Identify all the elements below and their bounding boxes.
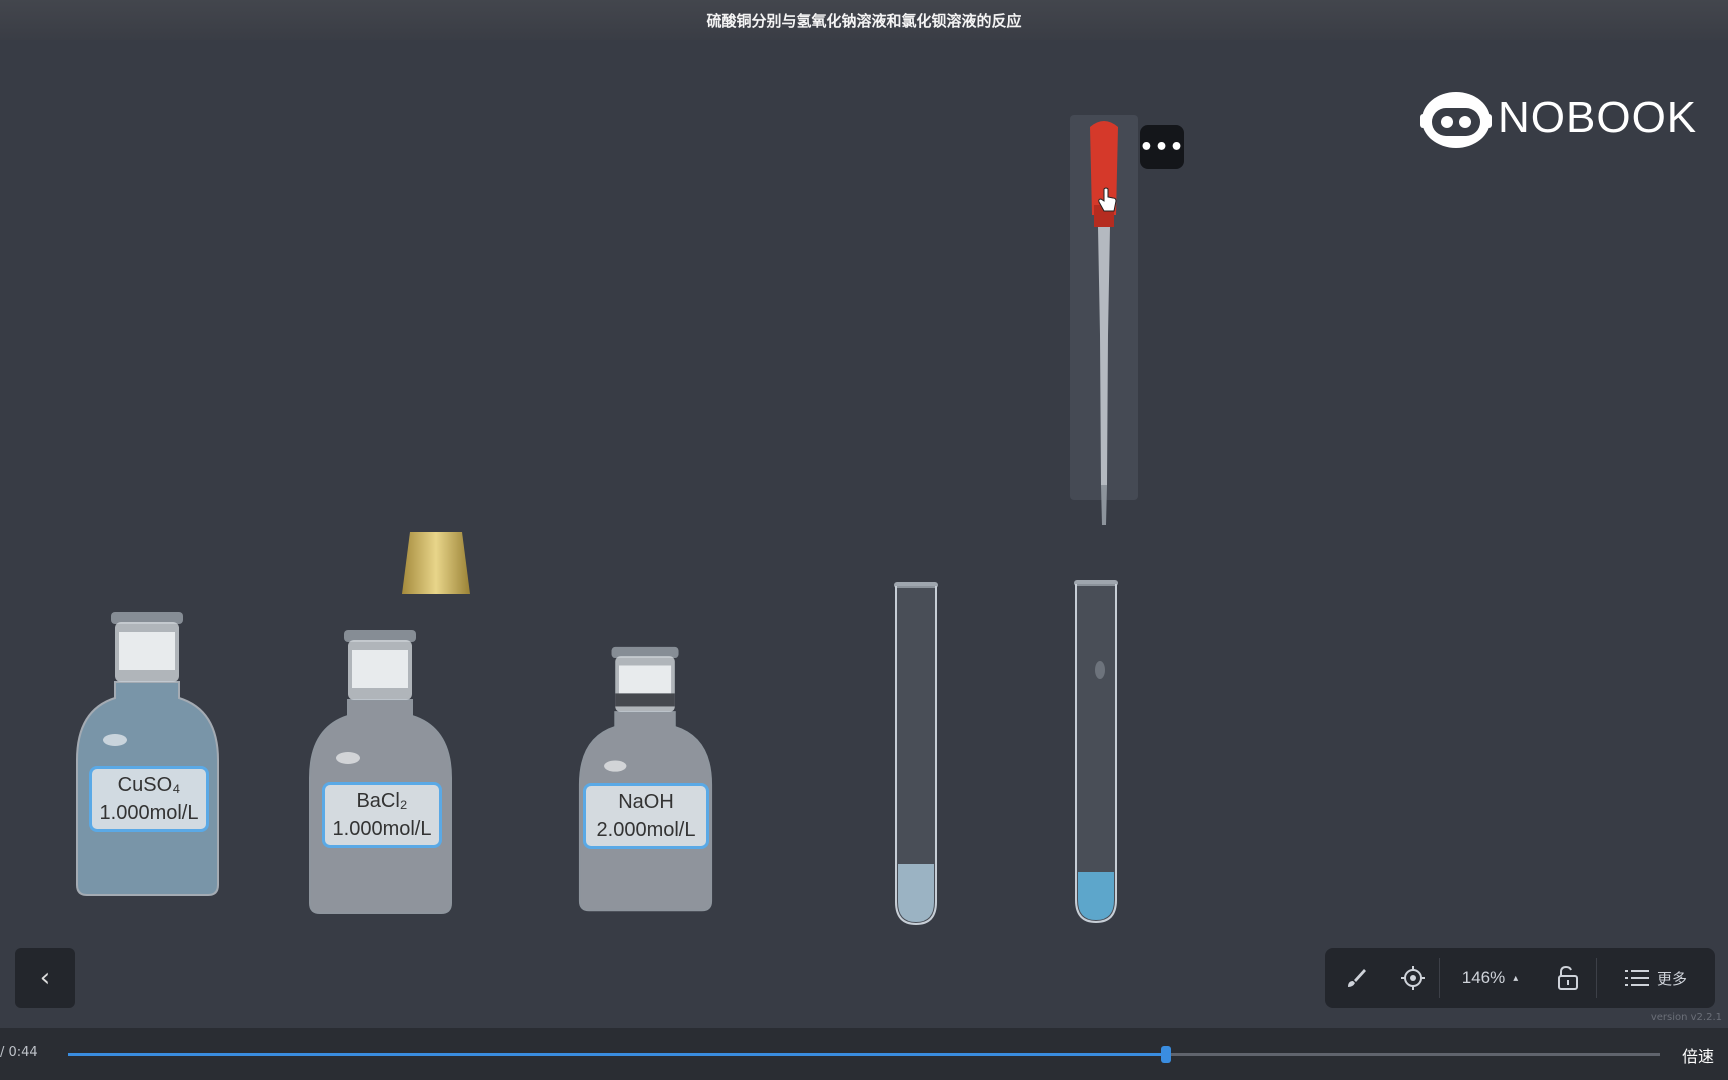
zoom-control[interactable]: 146% ▴ <box>1440 948 1540 1008</box>
bottle-formula: NaOH <box>618 791 674 813</box>
test-tube-2[interactable] <box>1072 580 1120 929</box>
progress-handle[interactable] <box>1161 1046 1172 1063</box>
stopper-shape <box>402 532 470 594</box>
bottle-formula: CuSO₄ <box>117 774 181 796</box>
dropper-shape <box>1070 115 1138 525</box>
bottle-naoh[interactable]: NaOH 2.000mol/L <box>573 645 718 919</box>
page-title: 硫酸铜分别与氢氧化钠溶液和氯化钡溶液的反应 <box>706 11 1022 30</box>
bottle-formula: BaCl₂ <box>356 790 408 812</box>
bottle-label: BaCl₂ 1.000mol/L <box>322 782 442 848</box>
logo-text: NOBOOK <box>1498 93 1698 142</box>
playback-time: / 0:44 <box>0 1045 38 1060</box>
speed-button[interactable]: 倍速 <box>1682 1043 1714 1067</box>
back-button[interactable]: ‹ <box>15 948 75 1008</box>
dropper-pipette[interactable] <box>1070 115 1138 539</box>
bottle-concentration: 1.000mol/L <box>99 802 199 824</box>
crosshair-icon <box>1401 966 1425 990</box>
bottle-concentration: 2.000mol/L <box>596 819 696 841</box>
lock-button[interactable] <box>1540 948 1596 1008</box>
progress-fill <box>68 1053 1167 1056</box>
dropper-more-button[interactable]: ••• <box>1139 125 1184 169</box>
zoom-level: 146% <box>1461 968 1506 987</box>
test-tube-1-glass <box>894 582 938 926</box>
caret-up-icon: ▴ <box>1513 972 1519 984</box>
unlock-icon <box>1558 965 1578 990</box>
robot-logo-icon <box>1420 92 1492 148</box>
title-bar: 硫酸铜分别与氢氧化钠溶液和氯化钡溶液的反应 <box>0 0 1728 40</box>
brush-icon <box>1348 969 1366 987</box>
brush-button[interactable] <box>1325 948 1387 1008</box>
bottle-bacl2-glass <box>309 630 452 914</box>
locate-button[interactable] <box>1387 948 1439 1008</box>
version-text: version v2.2.1 <box>1650 1012 1722 1023</box>
bottle-cuso4-glass <box>76 612 219 896</box>
bottle-label: CuSO₄ 1.000mol/L <box>89 766 209 832</box>
test-tube-1[interactable] <box>892 582 940 931</box>
bottle-bacl2[interactable]: BaCl₂ 1.000mol/L <box>308 628 453 922</box>
more-menu-button[interactable]: 更多 <box>1597 948 1715 1008</box>
test-tube-2-glass <box>1074 580 1118 924</box>
bottle-cuso4[interactable]: CuSO₄ 1.000mol/L <box>75 610 220 904</box>
hand-cursor-icon <box>1098 187 1117 212</box>
bottle-concentration: 1.000mol/L <box>332 818 432 840</box>
bottle-label: NaOH 2.000mol/L <box>583 783 709 849</box>
nobook-logo: NOBOOK <box>1420 86 1697 150</box>
progress-track[interactable] <box>68 1046 1660 1063</box>
bottle-stopper[interactable] <box>400 530 472 600</box>
more-label: 更多 <box>1656 969 1687 988</box>
bottom-toolbar: 146% ▴ 更多 <box>1325 948 1715 1008</box>
list-menu-icon <box>1624 970 1649 986</box>
bottle-naoh-glass <box>578 646 713 912</box>
